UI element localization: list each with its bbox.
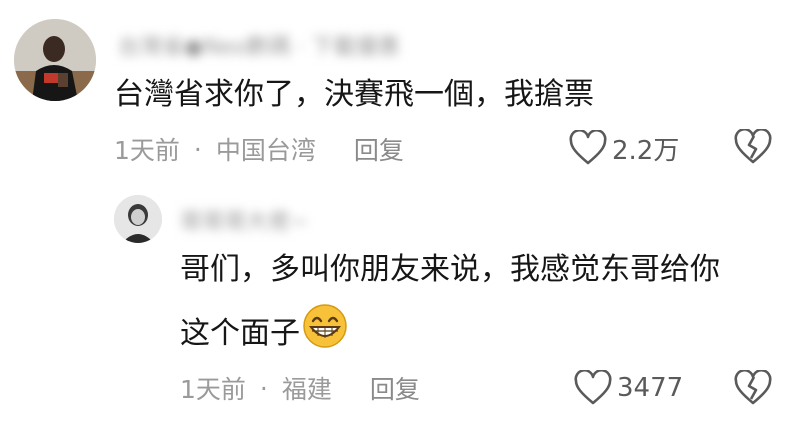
replier-username[interactable]: 哥哥哥大佬~ [180,204,308,236]
reply-dislike-button[interactable] [733,370,773,406]
heart-outline-icon [568,130,608,166]
commenter-avatar[interactable] [14,19,96,101]
reply-meta: 1天前 · 福建 回复 [180,370,420,406]
reply-button[interactable]: 回复 [354,131,404,167]
replier-avatar[interactable] [114,195,162,243]
meta-separator: · [193,134,202,164]
reply-like-button[interactable]: 3477 [573,368,683,408]
like-count: 2.2万 [612,135,680,166]
comment-text: 台灣省求你了，決賽飛一個，我搶票 [114,77,594,112]
meta-separator: · [259,373,268,403]
reply-text-line2: 这个面子 [180,303,348,366]
reply-location: 福建 [281,375,332,404]
reply-time: 1天前 [180,375,246,404]
reply-like-count: 3477 [617,373,684,403]
broken-heart-icon [733,370,773,406]
reply-to-reply-button[interactable]: 回复 [370,370,420,406]
grin-emoji-icon [302,303,348,366]
comment-time: 1天前 [114,136,180,165]
comment-meta: 1天前 · 中国台湾 回复 [114,131,404,167]
like-button[interactable]: 2.2万 [568,128,679,168]
commenter-username[interactable]: 台灣省●Neo數碼 · 下載優惠 [118,29,400,61]
dislike-button[interactable] [733,129,773,165]
reply-text-line2-content: 这个面子 [180,316,300,351]
reply-text-line1: 哥们，多叫你朋友来说，我感觉东哥给你 [180,252,720,287]
broken-heart-icon [733,129,773,165]
heart-outline-icon [573,370,613,406]
reply-item: 哥哥哥大佬~ 哥们，多叫你朋友来说，我感觉东哥给你 这个面子 1天前 · 福建 … [0,190,800,425]
comment-location: 中国台湾 [215,136,316,165]
comment-item: 台灣省●Neo數碼 · 下載優惠 台灣省求你了，決賽飛一個，我搶票 1天前 · … [0,0,800,190]
